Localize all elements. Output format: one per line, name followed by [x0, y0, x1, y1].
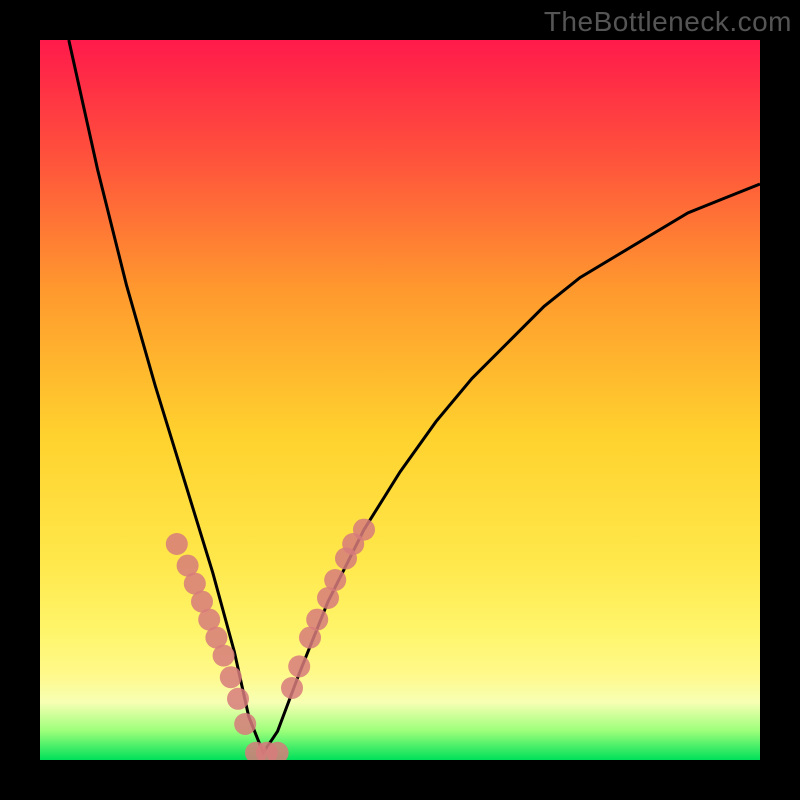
marker-dot [213, 645, 235, 667]
marker-dot [288, 655, 310, 677]
watermark-text: TheBottleneck.com [544, 6, 792, 38]
marker-dot [306, 609, 328, 631]
marker-dot [227, 688, 249, 710]
marker-dot [234, 713, 256, 735]
marker-dot [353, 519, 375, 541]
gradient-background [40, 40, 760, 760]
chart-frame: TheBottleneck.com [0, 0, 800, 800]
marker-dot [166, 533, 188, 555]
plot-area [40, 40, 760, 760]
marker-dot [324, 569, 346, 591]
marker-dot [220, 666, 242, 688]
marker-dot [281, 677, 303, 699]
chart-svg [40, 40, 760, 760]
